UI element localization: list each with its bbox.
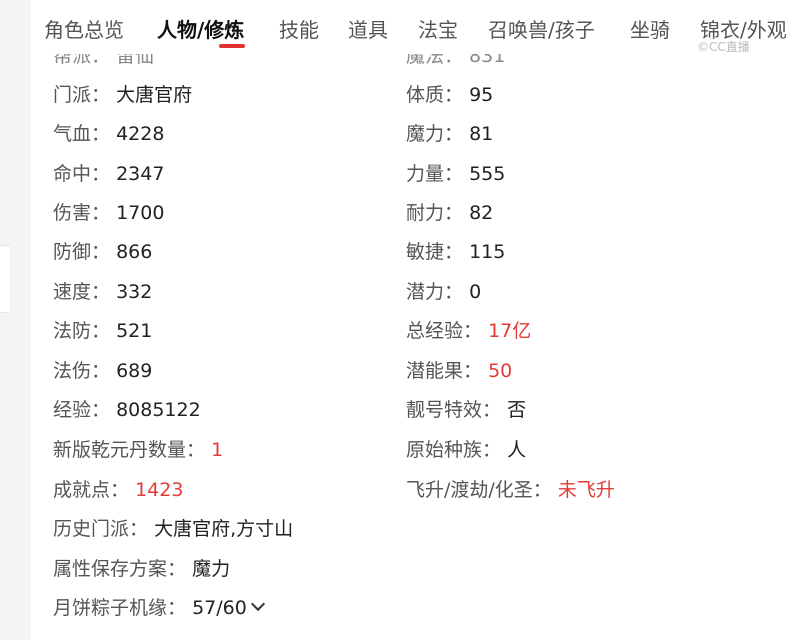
attr-endurance: 耐力： 82 — [406, 201, 493, 225]
attr-label: 力量： — [406, 163, 464, 185]
attr-history-sect: 历史门派： 大唐官府,方寸山 — [53, 517, 293, 541]
attr-value: 81 — [469, 123, 494, 145]
attr-hit: 命中： 2347 — [53, 162, 164, 186]
attr-value: 115 — [469, 241, 506, 263]
attr-magic-damage: 法伤： 689 — [53, 359, 152, 383]
attr-label: 耐力： — [406, 202, 464, 224]
attr-value: 1 — [211, 439, 224, 461]
attr-value: 8085122 — [116, 399, 201, 421]
tab-bar: 角色总览 人物/修炼 技能 道具 法宝 召唤兽/孩子 坐骑 锦衣/外观 — [31, 0, 792, 54]
attr-label: 潜能果： — [406, 360, 483, 382]
attr-value: 521 — [116, 320, 153, 342]
attr-label: 体质： — [406, 84, 464, 106]
attr-value: 57/60 — [192, 597, 247, 619]
attr-sect: 门派： 大唐官府 — [53, 83, 192, 107]
tab-character-cultivation[interactable]: 人物/修炼 — [157, 14, 244, 43]
left-edge-strip — [0, 0, 10, 640]
attr-damage: 伤害： 1700 — [53, 201, 164, 225]
attr-value: 否 — [507, 399, 527, 421]
attr-mooncake-chance: 月饼粽子机缘： 57/60 — [53, 596, 265, 620]
attr-label: 敏捷： — [406, 241, 464, 263]
attr-label: 魔力： — [406, 123, 464, 145]
attr-value: 0 — [469, 281, 482, 303]
tab-items[interactable]: 道具 — [348, 14, 388, 43]
left-edge-card — [0, 245, 10, 313]
attribute-list: 帮派： 留仙 魔法： 831 门派： 大唐官府 气血： 4228 命中： 234… — [31, 0, 792, 640]
attr-value: 50 — [488, 360, 513, 382]
attr-value: 95 — [469, 84, 494, 106]
attr-value: 82 — [469, 202, 494, 224]
attr-constitution: 体质： 95 — [406, 83, 493, 107]
attr-value: 17亿 — [488, 320, 532, 342]
attr-speed: 速度： 332 — [53, 280, 152, 304]
tab-mounts[interactable]: 坐骑 — [630, 14, 670, 43]
attr-value: 1700 — [116, 202, 165, 224]
attr-label: 伤害： — [53, 202, 111, 224]
attr-value: 555 — [469, 163, 506, 185]
attr-label: 潜力： — [406, 281, 464, 303]
attr-value: 大唐官府,方寸山 — [154, 518, 294, 540]
attr-label: 月饼粽子机缘： — [53, 597, 187, 619]
chevron-down-icon[interactable] — [250, 596, 265, 612]
attr-label: 总经验： — [406, 320, 483, 342]
attr-total-exp: 总经验： 17亿 — [406, 319, 531, 343]
attr-strength: 力量： 555 — [406, 162, 505, 186]
attr-label: 法伤： — [53, 360, 111, 382]
attr-value: 689 — [116, 360, 153, 382]
attr-defense: 防御： 866 — [53, 240, 152, 264]
attr-value: 大唐官府 — [116, 84, 193, 106]
attr-value: 未飞升 — [557, 479, 615, 501]
attr-label: 原始种族： — [406, 439, 502, 461]
attr-qianyuandan: 新版乾元丹数量： 1 — [53, 438, 223, 462]
attr-label: 靓号特效： — [406, 399, 502, 421]
attr-value: 1423 — [135, 479, 184, 501]
attr-label: 经验： — [53, 399, 111, 421]
active-tab-indicator — [219, 44, 245, 48]
attr-value: 332 — [116, 281, 153, 303]
stream-watermark: ©CC直播 — [697, 40, 750, 54]
attr-value: 4228 — [116, 123, 165, 145]
attr-original-race: 原始种族： 人 — [406, 438, 526, 462]
attr-label: 属性保存方案： — [53, 558, 187, 580]
tab-skills[interactable]: 技能 — [279, 14, 319, 43]
attr-magic: 魔力： 81 — [406, 122, 493, 146]
attr-value: 人 — [507, 439, 527, 461]
tab-summons-children[interactable]: 召唤兽/孩子 — [488, 14, 595, 43]
tab-character-overview[interactable]: 角色总览 — [44, 14, 124, 43]
attr-label: 防御： — [53, 241, 111, 263]
attr-potential: 潜力： 0 — [406, 280, 481, 304]
attr-value: 2347 — [116, 163, 165, 185]
attr-agility: 敏捷： 115 — [406, 240, 505, 264]
attr-value: 866 — [116, 241, 153, 263]
attr-label: 气血： — [53, 123, 111, 145]
attr-save-plan: 属性保存方案： 魔力 — [53, 557, 230, 581]
character-detail-panel: 帮派： 留仙 魔法： 831 门派： 大唐官府 气血： 4228 命中： 234… — [31, 0, 792, 640]
attr-label: 命中： — [53, 163, 111, 185]
tab-treasures[interactable]: 法宝 — [418, 14, 458, 43]
attr-ascension: 飞升/渡劫/化圣： 未飞升 — [406, 478, 615, 502]
attr-magic-defense: 法防： 521 — [53, 319, 152, 343]
attr-value: 魔力 — [192, 558, 231, 580]
attr-experience: 经验： 8085122 — [53, 398, 201, 422]
attr-achievement: 成就点： 1423 — [53, 478, 183, 502]
attr-potential-fruit: 潜能果： 50 — [406, 359, 512, 383]
attr-label: 法防： — [53, 320, 111, 342]
attr-label: 新版乾元丹数量： — [53, 439, 206, 461]
attr-label: 历史门派： — [53, 518, 149, 540]
attr-label: 成就点： — [53, 479, 130, 501]
attr-label: 速度： — [53, 281, 111, 303]
attr-hp: 气血： 4228 — [53, 122, 164, 146]
attr-pretty-id-effect: 靓号特效： 否 — [406, 398, 526, 422]
attr-label: 飞升/渡劫/化圣： — [406, 479, 552, 501]
attr-label: 门派： — [53, 84, 111, 106]
